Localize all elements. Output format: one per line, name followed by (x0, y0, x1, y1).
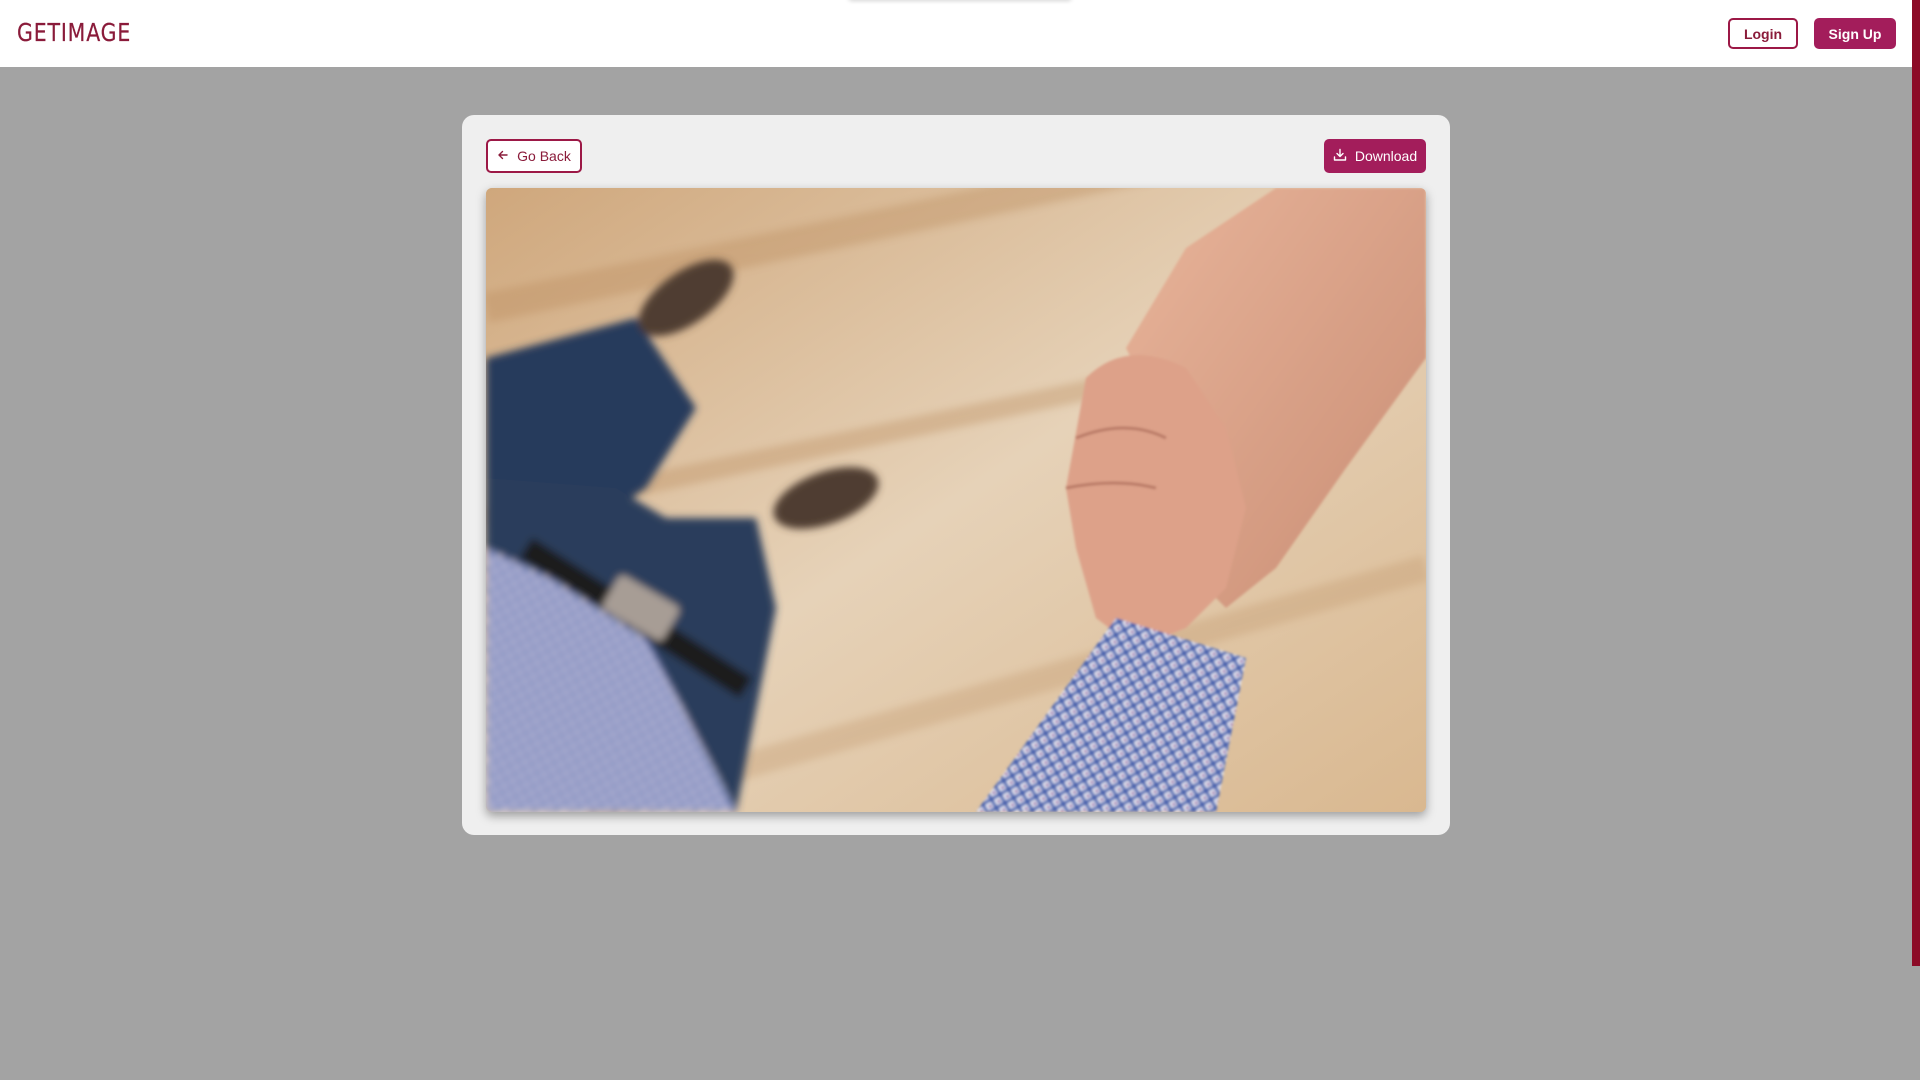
go-back-button[interactable]: Go Back (486, 139, 582, 173)
scrollbar-thumb[interactable] (1912, 0, 1920, 966)
download-icon (1333, 148, 1347, 165)
site-logo[interactable]: GETIMAGE (17, 15, 131, 49)
signup-button[interactable]: Sign Up (1814, 18, 1896, 49)
go-back-label: Go Back (517, 148, 571, 164)
top-navbar: GETIMAGE Login Sign Up (0, 0, 1912, 67)
arrow-left-icon (497, 148, 509, 164)
handshake-photo (486, 188, 1426, 812)
download-button[interactable]: Download (1324, 139, 1426, 173)
image-viewer-card: Go Back Download (462, 115, 1450, 835)
login-button[interactable]: Login (1728, 18, 1798, 49)
download-label: Download (1354, 148, 1418, 164)
